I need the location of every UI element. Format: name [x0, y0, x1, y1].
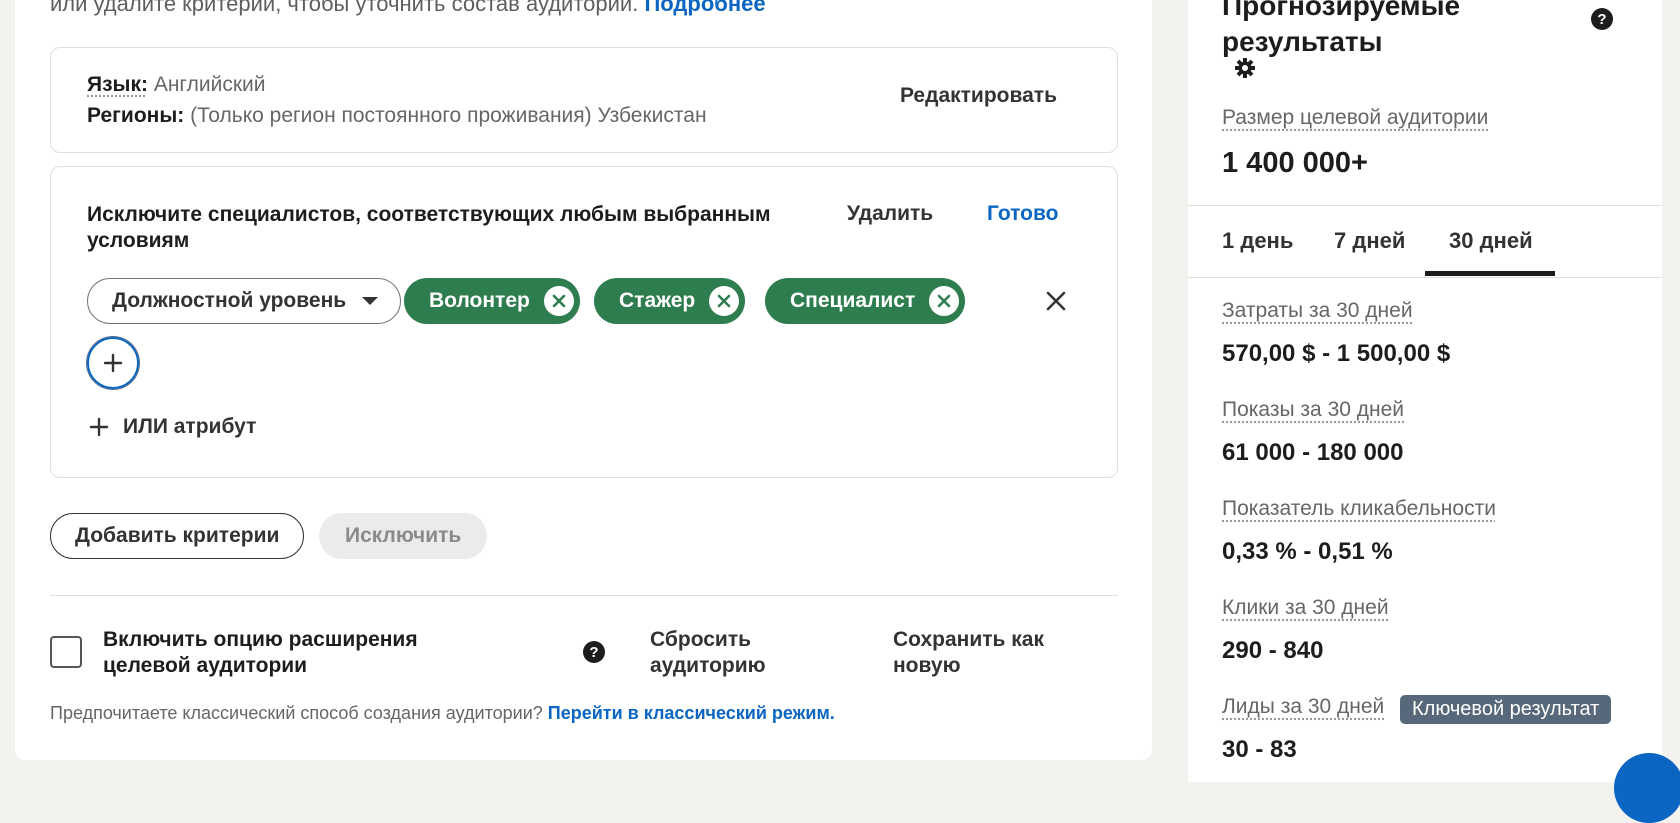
clicks-label: Клики за 30 дней — [1222, 596, 1389, 620]
help-icon[interactable]: ? — [583, 641, 605, 663]
chip-label: Стажер — [619, 289, 695, 313]
divider — [1188, 277, 1662, 278]
spend-value: 570,00 $ - 1 500,00 $ — [1222, 340, 1450, 368]
language-row: Язык: Английский — [87, 73, 266, 97]
done-button[interactable]: Готово — [987, 202, 1058, 226]
exclude-button[interactable]: Исключить — [319, 513, 487, 559]
active-tab-indicator — [1425, 271, 1555, 276]
intro-text: или удалите критерии, чтобы уточнить сос… — [50, 0, 766, 17]
classic-mode-row: Предпочитаете классический способ создан… — [50, 703, 835, 724]
save-as-new-button[interactable]: Сохранить как новую — [893, 627, 1073, 679]
ctr-value: 0,33 % - 0,51 % — [1222, 538, 1393, 566]
chip-label: Волонтер — [429, 289, 530, 313]
expansion-label: Включить опцию расширения целевой аудито… — [103, 627, 443, 679]
impressions-value: 61 000 - 180 000 — [1222, 439, 1404, 467]
or-attribute-button[interactable]: ИЛИ атрибут — [87, 415, 256, 439]
or-attribute-label: ИЛИ атрибут — [123, 415, 256, 439]
chat-bubble-icon[interactable] — [1614, 753, 1680, 823]
locale-criteria-card: Язык: Английский Регионы: (Только регион… — [50, 47, 1118, 153]
impressions-label: Показы за 30 дней — [1222, 398, 1404, 422]
key-result-badge: Ключевой результат — [1400, 695, 1611, 724]
add-criteria-button[interactable]: Добавить критерии — [50, 513, 304, 559]
divider — [1188, 205, 1662, 206]
remove-chip-icon[interactable] — [709, 286, 739, 316]
spend-label: Затраты за 30 дней — [1222, 299, 1413, 323]
clicks-value: 290 - 840 — [1222, 637, 1323, 665]
chip-intern: Стажер — [594, 278, 745, 324]
classic-mode-link[interactable]: Перейти в классический режим. — [548, 703, 835, 723]
tab-30-days[interactable]: 30 дней — [1449, 228, 1533, 254]
ctr-label: Показатель кликабельности — [1222, 497, 1496, 521]
language-value: Английский — [154, 73, 266, 96]
regions-value: (Только регион постоянного проживания) У… — [190, 104, 706, 127]
add-value-button[interactable] — [87, 337, 139, 389]
plus-icon — [101, 351, 125, 375]
tab-1-day[interactable]: 1 день — [1222, 228, 1293, 254]
plus-icon — [87, 415, 111, 439]
chip-specialist: Специалист — [765, 278, 965, 324]
regions-row: Регионы: (Только регион постоянного прож… — [87, 104, 707, 128]
chip-label: Специалист — [790, 289, 915, 313]
help-icon[interactable]: ? — [1591, 8, 1613, 30]
forecast-title: Прогнозируемые результаты — [1222, 0, 1522, 60]
audience-size-label: Размер целевой аудитории — [1222, 106, 1488, 130]
delete-button[interactable]: Удалить — [847, 202, 933, 226]
audience-size-value: 1 400 000+ — [1222, 147, 1368, 180]
chip-volunteer: Волонтер — [404, 278, 580, 324]
language-key: Язык: — [87, 73, 148, 96]
intro-sentence: или удалите критерии, чтобы уточнить сос… — [50, 0, 638, 16]
classic-mode-text: Предпочитаете классический способ создан… — [50, 703, 543, 723]
regions-key: Регионы: — [87, 104, 184, 127]
reset-audience-button[interactable]: Сбросить аудиторию — [650, 627, 800, 679]
edit-button[interactable]: Редактировать — [900, 84, 1057, 108]
tab-7-days[interactable]: 7 дней — [1334, 228, 1405, 254]
learn-more-link[interactable]: Подробнее — [644, 0, 765, 16]
dropdown-label: Должностной уровень — [112, 289, 346, 313]
exclude-criteria-card: Исключите специалистов, соответствующих … — [50, 166, 1118, 478]
leads-label: Лиды за 30 дней — [1222, 695, 1384, 719]
job-seniority-dropdown[interactable]: Должностной уровень — [87, 278, 401, 324]
close-icon[interactable] — [1044, 289, 1068, 313]
remove-chip-icon[interactable] — [544, 286, 574, 316]
gear-icon[interactable] — [1233, 56, 1257, 80]
leads-value: 30 - 83 — [1222, 736, 1297, 764]
chevron-down-icon — [362, 297, 378, 305]
divider — [50, 595, 1118, 596]
expansion-checkbox[interactable] — [50, 636, 82, 668]
remove-chip-icon[interactable] — [929, 286, 959, 316]
exclude-title: Исключите специалистов, соответствующих … — [87, 202, 787, 254]
